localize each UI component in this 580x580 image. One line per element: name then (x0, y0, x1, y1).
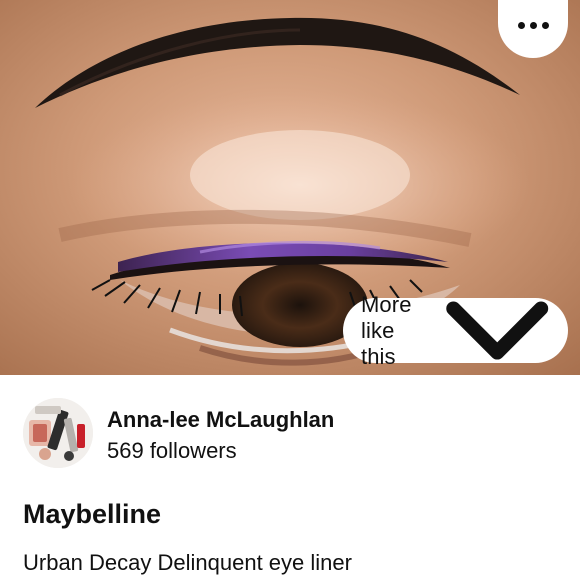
creator-row: Anna-lee McLaughlan 569 followers (23, 398, 563, 470)
more-options-icon (517, 21, 549, 29)
pin-detail-page: More like this Anna-lee McLaughlan 569 f… (0, 0, 580, 580)
pin-description: Urban Decay Delinquent eye liner (23, 550, 352, 575)
avatar-image (23, 398, 93, 468)
pin-title: Maybelline (23, 499, 162, 529)
follower-count: 569 followers (107, 438, 237, 463)
creator-name[interactable]: Anna-lee McLaughlan (107, 407, 334, 433)
more-like-this-label: More like this (361, 291, 412, 369)
avatar[interactable] (23, 398, 93, 468)
pin-image[interactable]: More like this (0, 0, 580, 375)
chevron-down-icon (445, 301, 548, 360)
more-like-this-button[interactable]: More like this (343, 292, 568, 369)
